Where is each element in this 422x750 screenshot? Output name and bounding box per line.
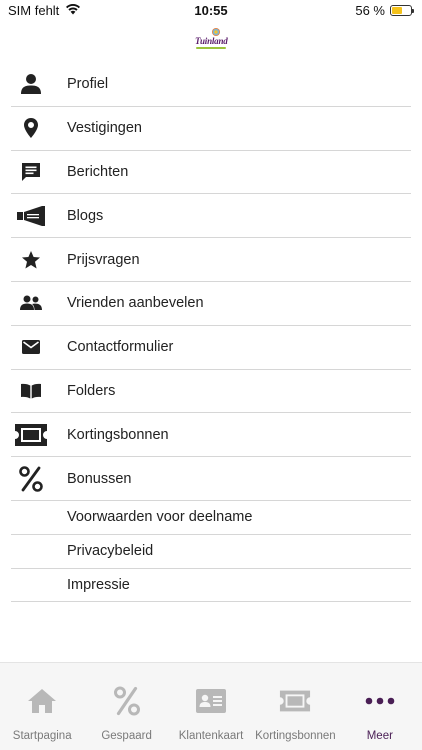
battery-percent: 56 % xyxy=(355,3,385,18)
menu-label: Profiel xyxy=(67,76,109,93)
people-icon xyxy=(11,288,51,318)
percent-icon xyxy=(11,464,51,494)
ticket-icon xyxy=(11,420,51,450)
menu-label: Folders xyxy=(67,382,116,399)
logo-flower-icon xyxy=(212,28,220,36)
menu-item-bonussen[interactable]: Bonussen xyxy=(11,457,411,501)
menu-label: Prijsvragen xyxy=(67,251,140,268)
star-icon xyxy=(11,245,51,275)
menu-label: Blogs xyxy=(67,207,104,224)
menu-label: Bonussen xyxy=(67,470,132,487)
tab-startpagina[interactable]: Startpagina xyxy=(0,663,84,750)
bottom-tab-bar: Startpagina Gespaard Klantenkaart Kortin… xyxy=(0,662,422,750)
tab-meer[interactable]: Meer xyxy=(338,663,422,750)
menu-item-berichten[interactable]: Berichten xyxy=(11,151,411,195)
tuinland-logo: Tuinland xyxy=(192,28,232,50)
percent-icon xyxy=(113,685,140,717)
menu-label: Contactformulier xyxy=(67,339,174,356)
person-icon xyxy=(11,69,51,99)
tab-gespaard[interactable]: Gespaard xyxy=(84,663,168,750)
menu-label: Berichten xyxy=(67,163,129,180)
tab-label: Meer xyxy=(366,730,393,742)
menu-item-vrienden-aanbevelen[interactable]: Vrienden aanbevelen xyxy=(11,282,411,326)
status-bar: SIM fehlt 10:55 56 % xyxy=(0,0,422,22)
ticket-icon xyxy=(279,685,311,717)
tab-label: Gespaard xyxy=(101,730,152,742)
menu-item-contactformulier[interactable]: Contactformulier xyxy=(11,326,411,370)
battery-icon xyxy=(390,5,414,16)
menu-item-blogs[interactable]: Blogs xyxy=(11,194,411,239)
more-menu: Profiel Vestigingen Berichten Blogs Prij… xyxy=(11,63,411,603)
menu-label: Voorwaarden voor deelname xyxy=(67,509,253,526)
megaphone-icon xyxy=(11,201,51,231)
menu-label: Privacybeleid xyxy=(67,543,154,560)
menu-label: Vrienden aanbevelen xyxy=(67,295,204,312)
menu-item-vestigingen[interactable]: Vestigingen xyxy=(11,107,411,151)
logo-underline xyxy=(196,47,226,49)
menu-label: Kortingsbonnen xyxy=(67,426,169,443)
menu-item-kortingsbonnen[interactable]: Kortingsbonnen xyxy=(11,413,411,458)
book-icon xyxy=(11,376,51,406)
home-icon xyxy=(27,685,57,717)
more-dots-icon xyxy=(365,685,395,717)
menu-item-folders[interactable]: Folders xyxy=(11,370,411,414)
tab-label: Startpagina xyxy=(12,730,72,742)
menu-item-impressie[interactable]: Impressie xyxy=(11,569,411,603)
status-right: 56 % xyxy=(355,3,414,18)
id-card-icon xyxy=(196,685,227,717)
menu-label: Vestigingen xyxy=(67,120,142,137)
location-pin-icon xyxy=(11,113,51,143)
mail-icon xyxy=(11,332,51,362)
logo-text: Tuinland xyxy=(195,36,228,46)
menu-item-privacybeleid[interactable]: Privacybeleid xyxy=(11,535,411,569)
message-icon xyxy=(11,157,51,187)
tab-kortingsbonnen[interactable]: Kortingsbonnen xyxy=(253,663,337,750)
tab-label: Kortingsbonnen xyxy=(255,730,336,742)
menu-item-voorwaarden[interactable]: Voorwaarden voor deelname xyxy=(11,501,411,535)
menu-label: Impressie xyxy=(67,576,130,593)
menu-item-prijsvragen[interactable]: Prijsvragen xyxy=(11,238,411,282)
tab-klantenkaart[interactable]: Klantenkaart xyxy=(169,663,253,750)
menu-item-profiel[interactable]: Profiel xyxy=(11,63,411,107)
battery-fill xyxy=(392,7,403,14)
tab-label: Klantenkaart xyxy=(178,730,244,742)
